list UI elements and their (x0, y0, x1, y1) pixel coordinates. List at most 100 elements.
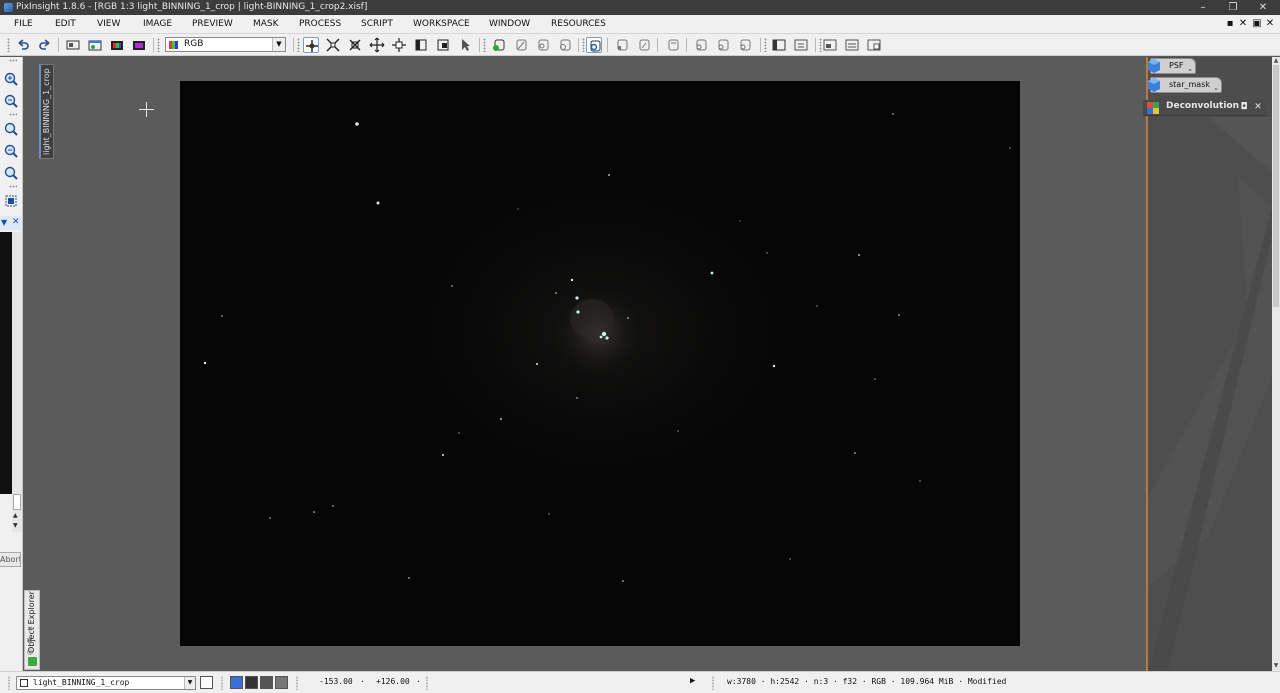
menu-mask[interactable]: MASK (253, 15, 279, 34)
collapse-icon[interactable]: ▼ (1, 218, 7, 227)
scroll-up-icon[interactable]: ▲ (13, 512, 18, 519)
menu-workspace[interactable]: WORKSPACE (413, 15, 470, 34)
scroll-down-icon[interactable]: ▼ (1272, 662, 1280, 669)
display-rgb-icon[interactable] (230, 676, 243, 689)
display-green-icon[interactable] (260, 676, 273, 689)
deconvolution-title: Deconvolution (1166, 101, 1240, 111)
deconvolution-panel (1148, 117, 1272, 671)
mask-enable-icon[interactable] (491, 37, 507, 53)
minimize-button[interactable]: – (1188, 0, 1218, 15)
redo-icon[interactable] (37, 37, 53, 53)
mask-show-icon[interactable] (557, 37, 573, 53)
pan-mode-icon[interactable] (369, 37, 385, 53)
pin-icon[interactable]: ✕ (27, 625, 33, 633)
stf-boost-icon[interactable] (665, 37, 681, 53)
zoom-in-icon[interactable] (3, 71, 19, 87)
history-window-icon[interactable] (793, 37, 809, 53)
chevron-down-icon: ▼ (184, 677, 195, 689)
abort-button[interactable]: Abort (0, 552, 21, 567)
toolbar-separator (815, 38, 816, 52)
mdi-minimize-button[interactable]: ▪ (1224, 17, 1236, 31)
float-window-icon[interactable]: ◘ (1238, 101, 1250, 114)
tile-windows-icon[interactable] (822, 37, 838, 53)
mask-edit-icon[interactable] (513, 37, 529, 53)
mask-invert-icon[interactable] (535, 37, 551, 53)
toolbar-separator (578, 38, 579, 52)
display-blue-icon[interactable] (275, 676, 288, 689)
display-red-icon[interactable] (245, 676, 258, 689)
scroll-up-icon[interactable]: ▲ (1272, 57, 1280, 64)
left-panel-content (0, 232, 12, 494)
scroll-down-icon[interactable]: ▼ (13, 522, 18, 529)
menu-resources[interactable]: RESOURCES (551, 15, 606, 34)
channel-select[interactable]: RGB ▼ (165, 37, 286, 52)
float-icon[interactable]: ⧉ (27, 637, 32, 646)
restore-button[interactable]: ❐ (1218, 0, 1248, 15)
edit-preview-icon[interactable] (435, 37, 451, 53)
zoom-1-1-icon[interactable] (3, 121, 19, 137)
toolbar-separator (58, 38, 59, 52)
menu-view[interactable]: VIEW (97, 15, 120, 34)
select-pointer-icon[interactable] (457, 37, 473, 53)
fit-window-icon[interactable] (3, 193, 19, 209)
left-panel-scrollbar[interactable]: ▲ ▼ (12, 232, 22, 532)
color-image-icon[interactable] (109, 37, 125, 53)
deconvolution-titlebar[interactable]: Deconvolution ◘ ✕ (1143, 100, 1266, 116)
new-view-icon[interactable] (200, 676, 213, 689)
process-icon-psf[interactable]: PSF „ (1148, 58, 1196, 74)
menu-edit[interactable]: EDIT (55, 15, 76, 34)
menu-preview[interactable]: PREVIEW (192, 15, 233, 34)
play-icon[interactable]: ▶ (690, 676, 695, 686)
image-window-tab[interactable]: light_BINNING_1_crop (39, 64, 54, 159)
mdi-maximize-button[interactable]: ▣ (1251, 17, 1263, 31)
image-properties-icon[interactable] (65, 37, 81, 53)
view-selector[interactable]: light_BINNING_1_crop ▼ (16, 676, 196, 690)
menu-file[interactable]: FILE (14, 15, 33, 34)
toolbar-separator (293, 38, 294, 52)
close-icon[interactable]: ✕ (1252, 101, 1264, 114)
menu-process[interactable]: PROCESS (299, 15, 341, 34)
toolbar-separator (760, 38, 761, 52)
settings-icon[interactable]: ◎ (27, 648, 33, 656)
zoom-fit-icon[interactable] (3, 143, 19, 159)
readout-mode-icon[interactable] (303, 37, 319, 53)
scroll-thumb[interactable] (13, 494, 21, 510)
process-icon-star-mask[interactable]: star_mask „ (1148, 77, 1222, 93)
new-image-icon[interactable] (87, 37, 103, 53)
fit-view-icon[interactable] (347, 37, 363, 53)
deconvolution-icon (1147, 102, 1159, 114)
image-view[interactable] (180, 81, 1020, 646)
mdi-close-button[interactable]: ✕ (1264, 17, 1276, 31)
display-channel-blue-icon[interactable] (737, 37, 753, 53)
display-channel-green-icon[interactable] (715, 37, 731, 53)
zoom-reset-icon[interactable] (3, 165, 19, 181)
mdi-close-all-button[interactable]: ✕ (1237, 17, 1249, 31)
close-icon[interactable]: ✕ (12, 217, 20, 227)
stf-auto-icon[interactable] (636, 37, 652, 53)
cascade-windows-icon[interactable] (844, 37, 860, 53)
undo-icon[interactable] (15, 37, 31, 53)
display-channel-red-icon[interactable] (693, 37, 709, 53)
stf-enable-icon[interactable] (586, 37, 602, 53)
menu-window[interactable]: WINDOW (489, 15, 530, 34)
explorer-window-icon[interactable] (771, 37, 787, 53)
menu-image[interactable]: IMAGE (143, 15, 172, 34)
rgb-channels-icon[interactable] (131, 37, 147, 53)
menu-script[interactable]: SCRIPT (361, 15, 393, 34)
readout-separator: · (416, 677, 421, 686)
center-view-icon[interactable] (391, 37, 407, 53)
cursor-y-readout: +126.00 (376, 677, 410, 686)
close-button[interactable]: ✕ (1248, 0, 1278, 15)
stf-link-icon[interactable] (614, 37, 630, 53)
toolbar-separator (657, 38, 658, 52)
zoom-to-fit-icon[interactable] (325, 37, 341, 53)
zoom-out-icon[interactable] (3, 93, 19, 109)
arrange-icons-icon[interactable] (866, 37, 882, 53)
scroll-thumb[interactable] (1273, 65, 1279, 307)
image-window-tab-label: light_BINNING_1_crop (42, 68, 51, 155)
statusbar-grip (221, 676, 223, 690)
right-scrollbar[interactable]: ▲ ▼ (1272, 57, 1280, 671)
new-preview-icon[interactable] (413, 37, 429, 53)
dock-grip (9, 185, 17, 188)
object-explorer-tab[interactable]: Object Explorer ✕ ⧉ ◎ (24, 590, 40, 670)
